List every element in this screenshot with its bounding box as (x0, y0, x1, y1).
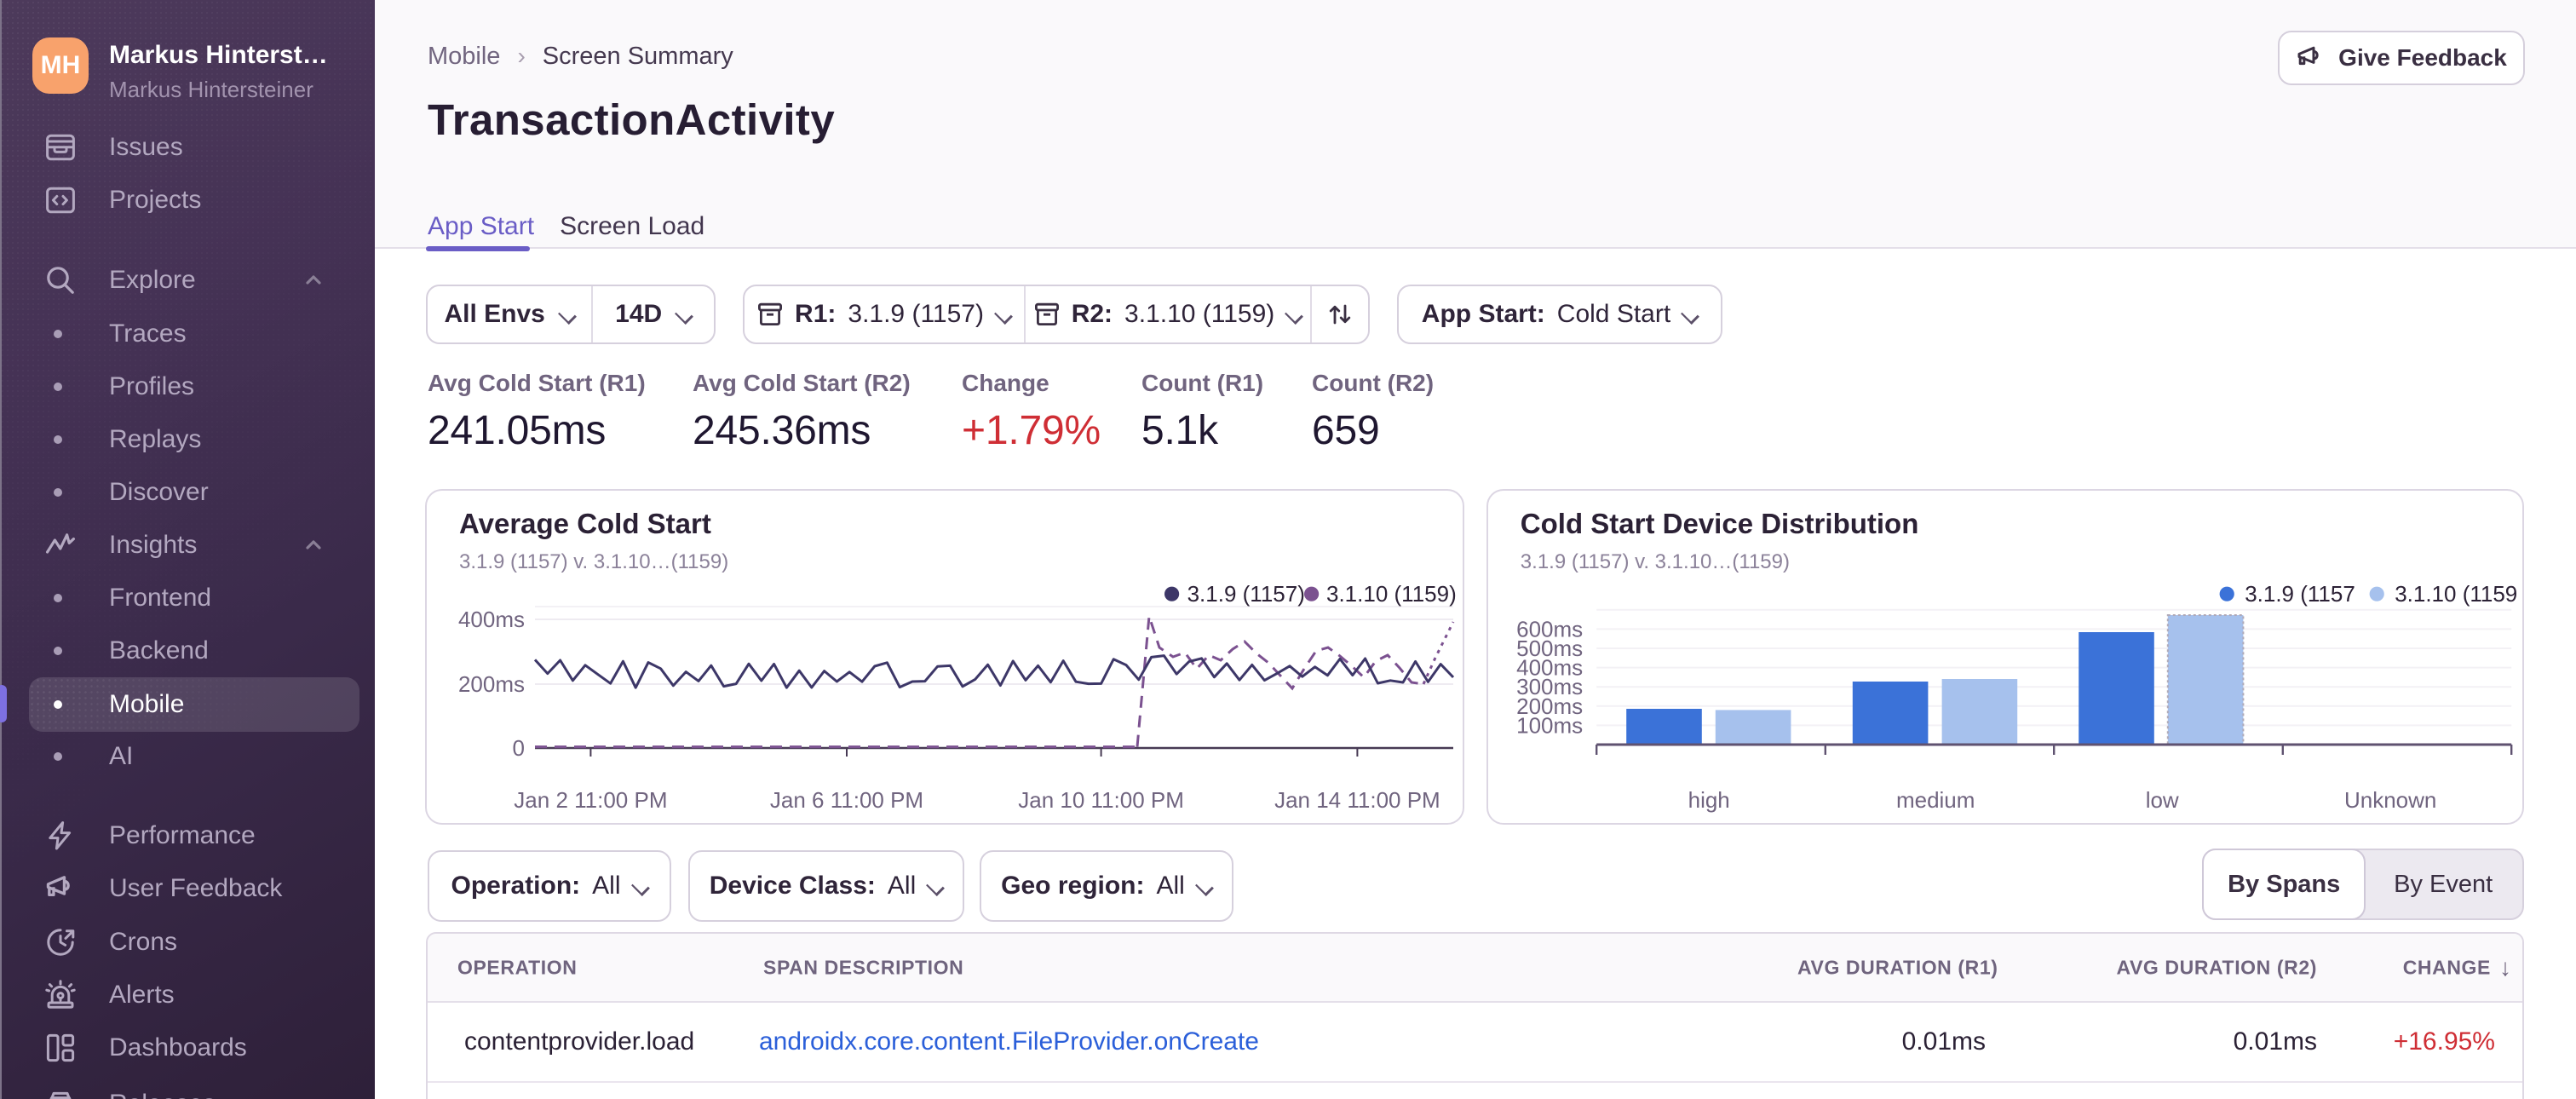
svg-text:3.1.9 (1157): 3.1.9 (1157) (1187, 581, 1305, 607)
svg-text:medium: medium (1896, 787, 1975, 813)
svg-text:200ms: 200ms (458, 671, 525, 697)
svg-text:Unknown: Unknown (2344, 787, 2436, 813)
svg-text:Jan 2 11:00 PM: Jan 2 11:00 PM (514, 787, 667, 813)
svg-text:low: low (2145, 787, 2178, 813)
svg-text:Jan 10 11:00 PM: Jan 10 11:00 PM (1018, 787, 1184, 813)
svg-text:600ms: 600ms (1516, 616, 1583, 642)
svg-text:Jan 14 11:00 PM: Jan 14 11:00 PM (1274, 787, 1440, 813)
svg-text:400ms: 400ms (458, 607, 525, 632)
svg-text:Jan 6 11:00 PM: Jan 6 11:00 PM (770, 787, 923, 813)
svg-text:0: 0 (513, 735, 525, 761)
svg-text:high: high (1688, 787, 1729, 813)
svg-text:3.1.10 (1159): 3.1.10 (1159) (1326, 581, 1457, 607)
svg-text:3.1.9 (1157: 3.1.9 (1157 (2245, 581, 2355, 607)
svg-text:3.1.10 (1159: 3.1.10 (1159 (2395, 581, 2517, 607)
